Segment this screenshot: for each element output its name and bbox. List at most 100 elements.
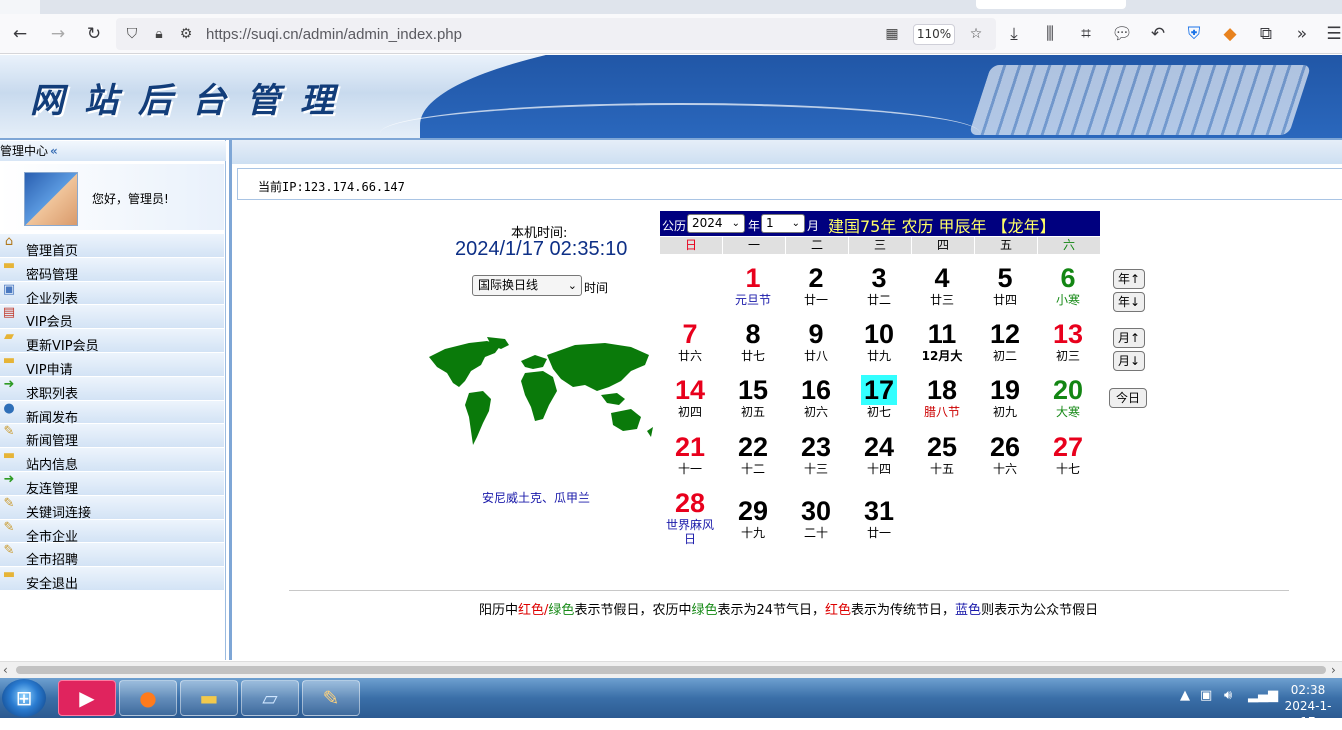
- today-button[interactable]: 今日: [1109, 388, 1147, 408]
- sidebar-item-city-recruit[interactable]: ✎ 全市招聘: [0, 543, 224, 568]
- calendar-day-today[interactable]: 17 初七: [849, 375, 909, 419]
- lock-icon[interactable]: 🔒︎: [149, 24, 169, 44]
- calendar-day[interactable]: 4 廿三: [912, 263, 972, 307]
- calendar-day[interactable]: 29 十九: [723, 496, 783, 540]
- calendar-day[interactable]: 2 廿一: [786, 263, 846, 307]
- metamask-fox-icon[interactable]: ◆: [1216, 20, 1244, 48]
- volume-icon[interactable]: 🔊︎: [1224, 688, 1232, 703]
- year-down-button[interactable]: 年↓: [1113, 292, 1145, 312]
- calendar-day[interactable]: 8 廿七: [723, 319, 783, 363]
- calendar-day[interactable]: 7 廿六: [660, 319, 720, 363]
- calendar-day[interactable]: 1 元旦节: [723, 263, 783, 307]
- calendar-day[interactable]: 30 二十: [786, 496, 846, 540]
- year-up-button[interactable]: 年↑: [1113, 269, 1145, 289]
- tray-device-icon[interactable]: ▣: [1200, 688, 1212, 703]
- calendar-day[interactable]: 6 小寒: [1038, 263, 1098, 307]
- calendar-day[interactable]: 15 初五: [723, 375, 783, 419]
- scroll-thumb[interactable]: [16, 666, 1326, 674]
- menu-icon[interactable]: ☰: [1320, 20, 1342, 48]
- downloads-icon[interactable]: ⤓: [1000, 20, 1028, 48]
- sidebar-item-label[interactable]: 关键词连接: [26, 502, 91, 521]
- shield-icon[interactable]: ⛉: [122, 24, 142, 44]
- screenshot-crop-icon[interactable]: ⌗: [1072, 20, 1100, 48]
- sidebar-item-label[interactable]: 站内信息: [26, 454, 78, 473]
- scroll-right-icon[interactable]: ›: [1331, 662, 1336, 678]
- start-button[interactable]: ⊞: [2, 679, 46, 717]
- taskbar-clock[interactable]: 02:38 2024-1-17: [1278, 682, 1338, 730]
- sidebar-item-label[interactable]: 求职列表: [26, 383, 78, 402]
- sidebar-item-messages[interactable]: ▬ 站内信息: [0, 448, 224, 473]
- month-select[interactable]: 1 ⌄: [761, 214, 805, 233]
- sidebar-item-label[interactable]: 全市招聘: [26, 549, 78, 568]
- sidebar-item-vip-apply[interactable]: ▬ VIP申请: [0, 352, 224, 378]
- sidebar-item-label[interactable]: 友连管理: [26, 478, 78, 497]
- calendar-day[interactable]: 26 十六: [975, 432, 1035, 476]
- sidebar-item-vip[interactable]: ▤ VIP会员: [0, 305, 224, 330]
- url-text[interactable]: https://suqi.cn/admin/admin_index.php: [206, 26, 462, 43]
- notepad-icon[interactable]: ▱: [241, 680, 299, 716]
- sidebar-item-label[interactable]: VIP会员: [26, 311, 73, 330]
- reload-icon[interactable]: ↻: [80, 20, 108, 48]
- zoom-level[interactable]: 110%: [913, 24, 955, 45]
- calendar-day[interactable]: 21 十一: [660, 432, 720, 476]
- calendar-day[interactable]: 9 廿八: [786, 319, 846, 363]
- calendar-day[interactable]: 5 廿四: [975, 263, 1035, 307]
- calendar-day[interactable]: 18 腊八节: [912, 375, 972, 419]
- bookmark-star-icon[interactable]: ☆: [966, 24, 986, 44]
- sidebar-item-companies[interactable]: ▣ 企业列表: [0, 281, 224, 307]
- calendar-day[interactable]: 27 十七: [1038, 432, 1098, 476]
- permissions-icon[interactable]: ⚙: [176, 24, 196, 44]
- scroll-left-icon[interactable]: ‹: [3, 662, 8, 678]
- url-bar[interactable]: ⛉ 🔒︎ ⚙ https://suqi.cn/admin/admin_index…: [116, 18, 996, 50]
- sidebar-item-label[interactable]: VIP申请: [26, 359, 73, 378]
- month-down-button[interactable]: 月↓: [1113, 351, 1145, 371]
- calendar-day[interactable]: 25 十五: [912, 432, 972, 476]
- calendar-day[interactable]: 3 廿二: [849, 263, 909, 307]
- sidebar-item-label[interactable]: 更新VIP会员: [26, 335, 99, 354]
- calendar-day[interactable]: 31 廿一: [849, 496, 909, 540]
- sidebar-item-label[interactable]: 新闻管理: [26, 430, 78, 449]
- extensions-puzzle-icon[interactable]: ⧉: [1252, 20, 1280, 48]
- overflow-chevron-icon[interactable]: »: [1288, 20, 1316, 48]
- calendar-day[interactable]: 12 初二: [975, 319, 1035, 363]
- calendar-day[interactable]: 20 大寒: [1038, 375, 1098, 419]
- calendar-day[interactable]: 19 初九: [975, 375, 1035, 419]
- network-signal-icon[interactable]: ▂▄▆: [1248, 688, 1278, 703]
- sidebar-item-jobs[interactable]: ➜ 求职列表: [0, 376, 224, 402]
- sidebar-item-label[interactable]: 全市企业: [26, 526, 78, 545]
- sidebar-item-news-manage[interactable]: ✎ 新闻管理: [0, 424, 224, 449]
- frame-divider[interactable]: [229, 140, 232, 660]
- calendar-day[interactable]: 11 12月大: [912, 319, 972, 363]
- sidebar-item-links[interactable]: ➜ 友连管理: [0, 471, 224, 497]
- calendar-day[interactable]: 23 十三: [786, 432, 846, 476]
- sidebar-item-update-vip[interactable]: ▰ 更新VIP会员: [0, 329, 224, 354]
- qr-code-icon[interactable]: ▦: [882, 24, 902, 44]
- sidebar-item-label[interactable]: 管理首页: [26, 240, 78, 259]
- sidebar-item-label[interactable]: 密码管理: [26, 264, 78, 283]
- sidebar-item-label[interactable]: 安全退出: [26, 573, 78, 592]
- sidebar-item-logout[interactable]: ▬ 安全退出: [0, 567, 224, 592]
- sidebar-item-news-publish[interactable]: ● 新闻发布: [0, 400, 224, 426]
- world-map[interactable]: [425, 335, 657, 453]
- calendar-day[interactable]: 22 十二: [723, 432, 783, 476]
- forward-icon[interactable]: →: [44, 20, 72, 48]
- sidebar-item-label[interactable]: 企业列表: [26, 288, 78, 307]
- calendar-day[interactable]: 24 十四: [849, 432, 909, 476]
- collapse-chevron-icon[interactable]: «: [50, 144, 58, 158]
- calendar-day[interactable]: 14 初四: [660, 375, 720, 419]
- year-select[interactable]: 2024 ⌄: [687, 214, 745, 233]
- paint-palette-icon[interactable]: ✎: [302, 680, 360, 716]
- library-icon[interactable]: ⫼: [1036, 20, 1064, 48]
- app-icon-media[interactable]: ▶: [58, 680, 116, 716]
- browser-tab[interactable]: [0, 0, 40, 14]
- back-icon[interactable]: ←: [6, 20, 34, 48]
- calendar-day[interactable]: 10 廿九: [849, 319, 909, 363]
- sidebar-item-city-companies[interactable]: ✎ 全市企业: [0, 519, 224, 545]
- chat-icon[interactable]: 💬︎: [1108, 20, 1136, 48]
- sidebar-item-keywords[interactable]: ✎ 关键词连接: [0, 495, 224, 521]
- explorer-folder-icon[interactable]: ▬: [180, 680, 238, 716]
- sidebar-item-password[interactable]: ▬ 密码管理: [0, 257, 224, 283]
- timezone-select[interactable]: 国际换日线 ⌄: [472, 275, 582, 296]
- calendar-day[interactable]: 16 初六: [786, 375, 846, 419]
- calendar-day[interactable]: 28 世界麻风日: [660, 488, 720, 546]
